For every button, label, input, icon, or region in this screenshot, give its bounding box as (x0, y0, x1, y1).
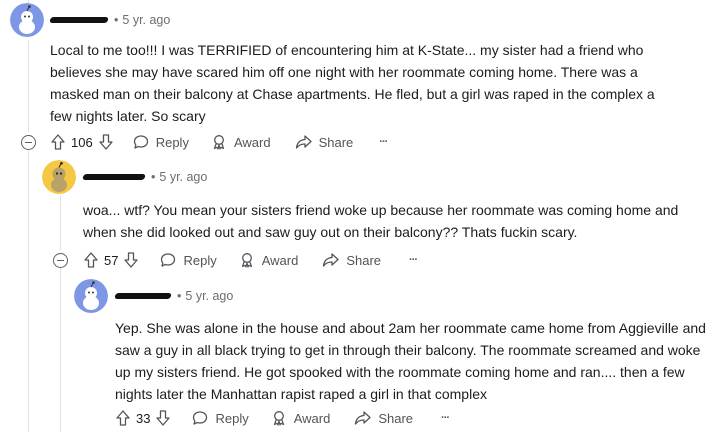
reply-icon (193, 411, 208, 425)
thread-line (60, 268, 61, 432)
reply-button[interactable]: Reply (133, 134, 189, 150)
thread-line (60, 196, 61, 250)
vote-controls: 33 (116, 410, 171, 426)
reply-icon (133, 135, 148, 149)
avatar-eye (59, 172, 63, 175)
award-label: Award (293, 410, 331, 426)
award-icon (241, 253, 252, 268)
more-options-button[interactable]: ··· (409, 254, 418, 266)
award-icon (273, 411, 284, 426)
thread-line (28, 40, 29, 132)
comment-timestamp[interactable]: 5 yr. ago (122, 13, 170, 27)
comment-timestamp[interactable]: 5 yr. ago (159, 170, 207, 184)
comment-meta: • 5 yr. ago (82, 168, 207, 186)
avatar-eye (88, 291, 90, 294)
vote-count: 57 (104, 252, 119, 268)
share-icon (355, 411, 371, 425)
reply-icon (161, 253, 176, 267)
collapse-icon (57, 260, 64, 261)
reply-label: Reply (183, 252, 217, 268)
award-label: Award (233, 134, 271, 150)
avatar-antenna-tip (28, 5, 31, 8)
more-icon: ··· (379, 136, 388, 148)
collapse-toggle[interactable] (21, 135, 36, 150)
comment-timestamp[interactable]: 5 yr. ago (185, 289, 233, 303)
avatar-head (52, 167, 66, 181)
redacted-username (49, 17, 109, 23)
avatar[interactable] (10, 3, 44, 37)
collapse-icon (25, 142, 32, 143)
upvote-icon[interactable] (84, 252, 98, 268)
redacted-username (82, 174, 146, 180)
downvote-icon[interactable] (124, 252, 139, 268)
award-button[interactable]: Award (211, 134, 271, 150)
avatar-eye (28, 15, 30, 18)
more-icon: ··· (441, 412, 450, 424)
comment-actions: 57 Reply Award Share ··· (84, 249, 418, 271)
award-button[interactable]: Award (271, 410, 331, 426)
redacted-username (114, 293, 172, 299)
avatar-antenna-tip (92, 281, 95, 284)
downvote-icon[interactable] (99, 134, 113, 150)
avatar-icon (10, 3, 44, 37)
thread-line (28, 150, 29, 432)
avatar-icon (74, 279, 108, 313)
award-icon (213, 135, 225, 150)
avatar[interactable] (74, 279, 108, 313)
share-label: Share (318, 134, 354, 150)
more-icon: ··· (409, 254, 418, 266)
share-button[interactable]: Share (295, 134, 354, 150)
reply-label: Reply (215, 410, 249, 426)
avatar-eye (92, 291, 94, 294)
avatar-icon (42, 160, 76, 194)
meta-separator: • (177, 289, 182, 303)
share-label: Share (346, 252, 382, 268)
vote-controls: 57 (84, 252, 139, 268)
award-label: Award (261, 252, 299, 268)
comment-meta: • 5 yr. ago (114, 287, 233, 305)
comment-body: Yep. She was alone in the house and abou… (115, 320, 706, 402)
award-button[interactable]: Award (239, 252, 299, 268)
more-options-button[interactable]: ··· (379, 136, 388, 148)
downvote-icon[interactable] (156, 410, 171, 426)
share-label: Share (378, 410, 414, 426)
share-button[interactable]: Share (354, 410, 413, 426)
avatar-eye (24, 15, 26, 18)
avatar-head (85, 287, 97, 299)
vote-count: 33 (136, 410, 151, 426)
vote-controls: 106 (51, 134, 113, 150)
avatar[interactable] (42, 160, 76, 194)
comment-meta: • 5 yr. ago (49, 11, 170, 29)
reply-button[interactable]: Reply (160, 252, 217, 268)
comment-actions: 33 Reply Award Share ··· (116, 407, 450, 429)
meta-separator: • (114, 13, 119, 27)
comment-actions: 106 Reply Award Share ··· (51, 131, 388, 153)
comment-body: woa... wtf? You mean your sisters friend… (83, 202, 679, 240)
share-icon (295, 135, 312, 149)
avatar-antenna-tip (60, 162, 63, 165)
collapse-toggle[interactable] (53, 253, 68, 268)
upvote-icon[interactable] (51, 134, 65, 150)
comment-body: Local to me too!!! I was TERRIFIED of en… (50, 42, 655, 124)
avatar-eye (55, 172, 59, 175)
vote-count: 106 (71, 134, 93, 150)
reply-label: Reply (155, 134, 189, 150)
share-icon (323, 253, 339, 267)
upvote-icon[interactable] (116, 410, 130, 426)
meta-separator: • (151, 170, 156, 184)
reply-button[interactable]: Reply (192, 410, 249, 426)
avatar-head (21, 11, 33, 23)
share-button[interactable]: Share (322, 252, 381, 268)
more-options-button[interactable]: ··· (441, 412, 450, 424)
